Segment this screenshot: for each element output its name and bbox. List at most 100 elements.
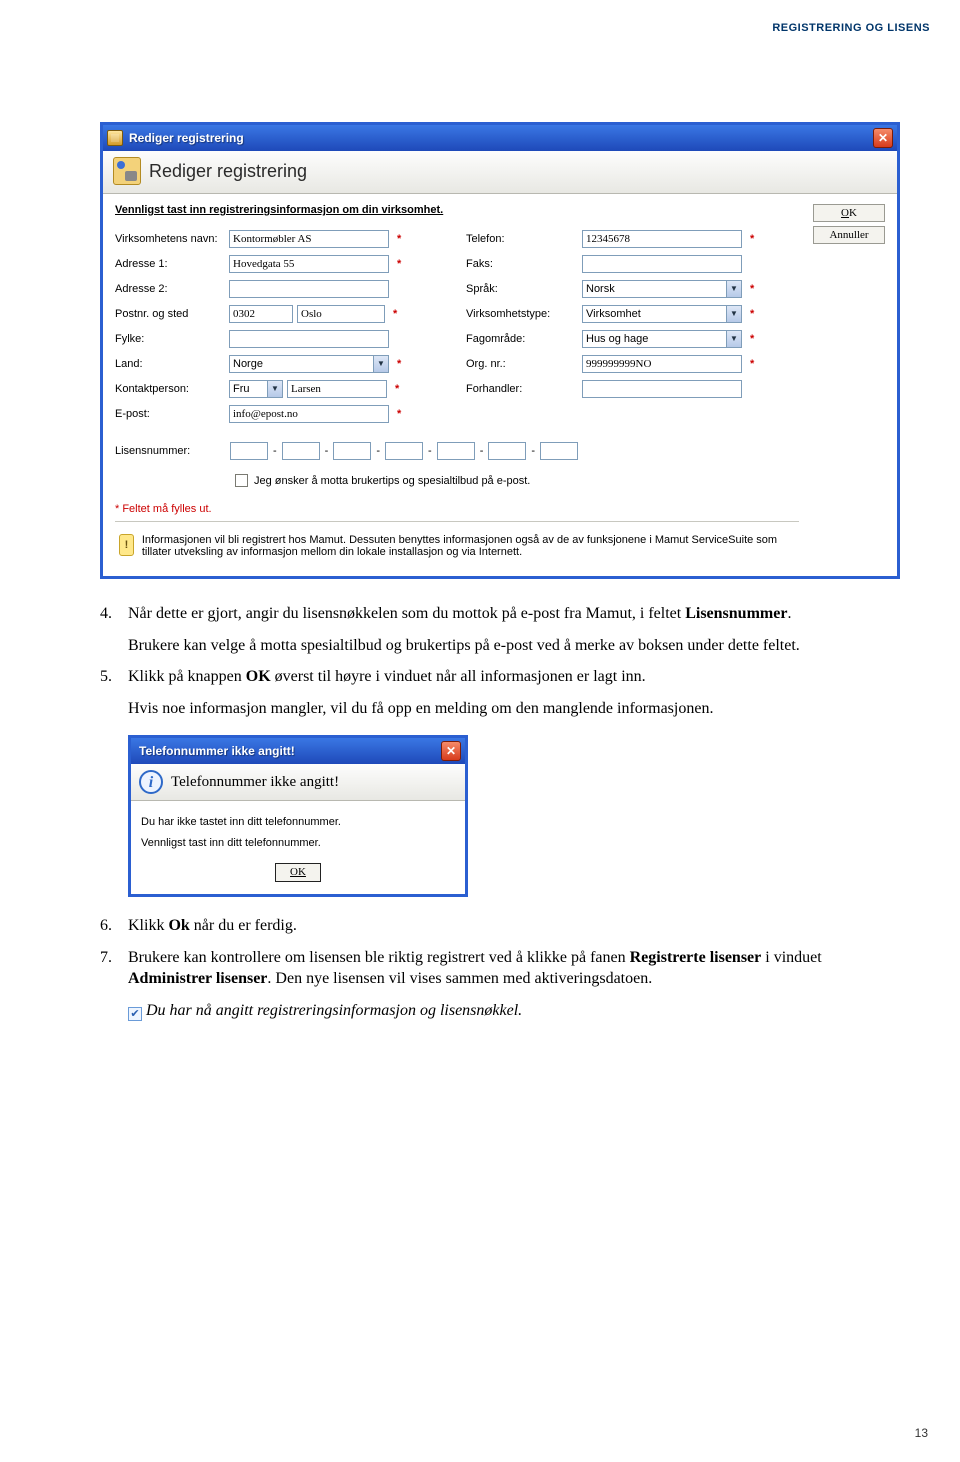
- license-part-5[interactable]: [437, 442, 475, 460]
- fylke-label: Fylke:: [115, 333, 225, 345]
- step-number: 7.: [100, 947, 128, 990]
- newsletter-checkbox[interactable]: [235, 474, 248, 487]
- step-4-sub: Brukere kan velge å motta spesialtilbud …: [128, 635, 900, 657]
- addr1-label: Adresse 1:: [115, 258, 225, 270]
- checkmark-icon: ✔: [128, 1007, 142, 1021]
- lang-select[interactable]: Norsk▼: [582, 280, 742, 298]
- land-label: Land:: [115, 358, 225, 370]
- license-part-2[interactable]: [282, 442, 320, 460]
- chevron-down-icon: ▼: [373, 356, 388, 372]
- city-input[interactable]: [297, 305, 385, 323]
- left-column: Virksomhetens navn: * Adresse 1: * Adres…: [115, 226, 448, 426]
- contact-name-input[interactable]: [287, 380, 387, 398]
- required-star: *: [397, 358, 405, 370]
- phone-missing-dialog: Telefonnummer ikke angitt! ✕ i Telefonnu…: [128, 735, 468, 897]
- license-row: Lisensnummer: - - - - - -: [115, 442, 799, 460]
- land-select[interactable]: Norge▼: [229, 355, 389, 373]
- required-star: *: [750, 283, 758, 295]
- license-part-1[interactable]: [230, 442, 268, 460]
- side-buttons: OK Annuller: [813, 204, 885, 564]
- required-star: *: [397, 258, 405, 270]
- required-star: *: [750, 333, 758, 345]
- required-note: * Feltet må fylles ut.: [115, 503, 799, 515]
- company-input[interactable]: [229, 230, 389, 248]
- license-part-4[interactable]: [385, 442, 423, 460]
- tel-label: Telefon:: [466, 233, 578, 245]
- app-icon: [107, 130, 123, 146]
- license-part-6[interactable]: [488, 442, 526, 460]
- fylke-input[interactable]: [229, 330, 389, 348]
- completion-note: ✔Du har nå angitt registreringsinformasj…: [128, 1000, 900, 1022]
- info-box: ! Informasjonen vil bli registrert hos M…: [115, 528, 799, 564]
- dialog2-titlebar: Telefonnummer ikke angitt! ✕: [131, 738, 465, 764]
- ok-button[interactable]: OK: [813, 204, 885, 222]
- license-label: Lisensnummer:: [115, 445, 225, 457]
- lang-label: Språk:: [466, 283, 578, 295]
- warning-icon: !: [119, 534, 134, 556]
- dialog-heading: Rediger registrering: [149, 161, 307, 182]
- dialog2-line2: Vennligst tast inn ditt telefonnummer.: [141, 836, 455, 851]
- info-text: Informasjonen vil bli registrert hos Mam…: [142, 534, 795, 558]
- required-star: *: [397, 233, 405, 245]
- dialog2-subheader: i Telefonnummer ikke angitt!: [131, 764, 465, 801]
- required-star: *: [397, 408, 405, 420]
- type-select[interactable]: Virksomhet▼: [582, 305, 742, 323]
- fax-input[interactable]: [582, 255, 742, 273]
- fag-label: Fagområde:: [466, 333, 578, 345]
- step-7-text: Brukere kan kontrollere om lisensen ble …: [128, 947, 900, 990]
- step-4-text: Når dette er gjort, angir du lisensnøkke…: [128, 603, 900, 625]
- step-5-text: Klikk på knappen OK øverst til høyre i v…: [128, 666, 900, 688]
- instruction-text: Vennligst tast inn registreringsinformas…: [115, 204, 799, 216]
- required-star: *: [750, 358, 758, 370]
- license-part-7[interactable]: [540, 442, 578, 460]
- license-part-3[interactable]: [333, 442, 371, 460]
- newsletter-label: Jeg ønsker å motta brukertips og spesial…: [254, 475, 530, 487]
- email-input[interactable]: [229, 405, 389, 423]
- chevron-down-icon: ▼: [726, 281, 741, 297]
- dialog2-heading: Telefonnummer ikke angitt!: [171, 772, 339, 792]
- required-star: *: [393, 308, 401, 320]
- type-label: Virksomhetstype:: [466, 308, 578, 320]
- step-5-sub: Hvis noe informasjon mangler, vil du få …: [128, 698, 900, 720]
- forh-label: Forhandler:: [466, 383, 578, 395]
- tel-input[interactable]: [582, 230, 742, 248]
- divider: [115, 521, 799, 522]
- step-number: 5.: [100, 666, 128, 688]
- addr2-label: Adresse 2:: [115, 283, 225, 295]
- step-number: 4.: [100, 603, 128, 625]
- right-column: Telefon: * Faks: Språk: Norsk▼* Virks: [466, 226, 799, 426]
- close-icon[interactable]: ✕: [873, 128, 893, 148]
- addr1-input[interactable]: [229, 255, 389, 273]
- contact-label: Kontaktperson:: [115, 383, 225, 395]
- page-number: 13: [915, 1426, 928, 1440]
- addr2-input[interactable]: [229, 280, 389, 298]
- chevron-down-icon: ▼: [267, 381, 282, 397]
- info-icon: i: [139, 770, 163, 794]
- document-body: 4. Når dette er gjort, angir du lisensnø…: [100, 603, 900, 1021]
- postcode-input[interactable]: [229, 305, 293, 323]
- step-6-text: Klikk Ok når du er ferdig.: [128, 915, 900, 937]
- org-label: Org. nr.:: [466, 358, 578, 370]
- chevron-down-icon: ▼: [726, 306, 741, 322]
- close-icon[interactable]: ✕: [441, 741, 461, 761]
- required-star: *: [395, 383, 403, 395]
- step-number: 6.: [100, 915, 128, 937]
- post-label: Postnr. og sted: [115, 308, 225, 320]
- dialog2-ok-button[interactable]: OK: [275, 863, 321, 882]
- title-select[interactable]: Fru▼: [229, 380, 283, 398]
- toolbox-icon: [113, 157, 141, 185]
- forh-input[interactable]: [582, 380, 742, 398]
- company-label: Virksomhetens navn:: [115, 233, 225, 245]
- chevron-down-icon: ▼: [726, 331, 741, 347]
- section-header: REGISTRERING OG LISENS: [772, 22, 930, 34]
- dialog-titlebar: Rediger registrering ✕: [103, 125, 897, 151]
- dialog2-line1: Du har ikke tastet inn ditt telefonnumme…: [141, 815, 455, 830]
- org-input[interactable]: [582, 355, 742, 373]
- cancel-button[interactable]: Annuller: [813, 226, 885, 244]
- edit-registration-dialog: Rediger registrering ✕ Rediger registrer…: [100, 122, 900, 579]
- fag-select[interactable]: Hus og hage▼: [582, 330, 742, 348]
- email-label: E-post:: [115, 408, 225, 420]
- fax-label: Faks:: [466, 258, 578, 270]
- dialog2-title: Telefonnummer ikke angitt!: [135, 743, 441, 759]
- dialog-subheader: Rediger registrering: [103, 151, 897, 194]
